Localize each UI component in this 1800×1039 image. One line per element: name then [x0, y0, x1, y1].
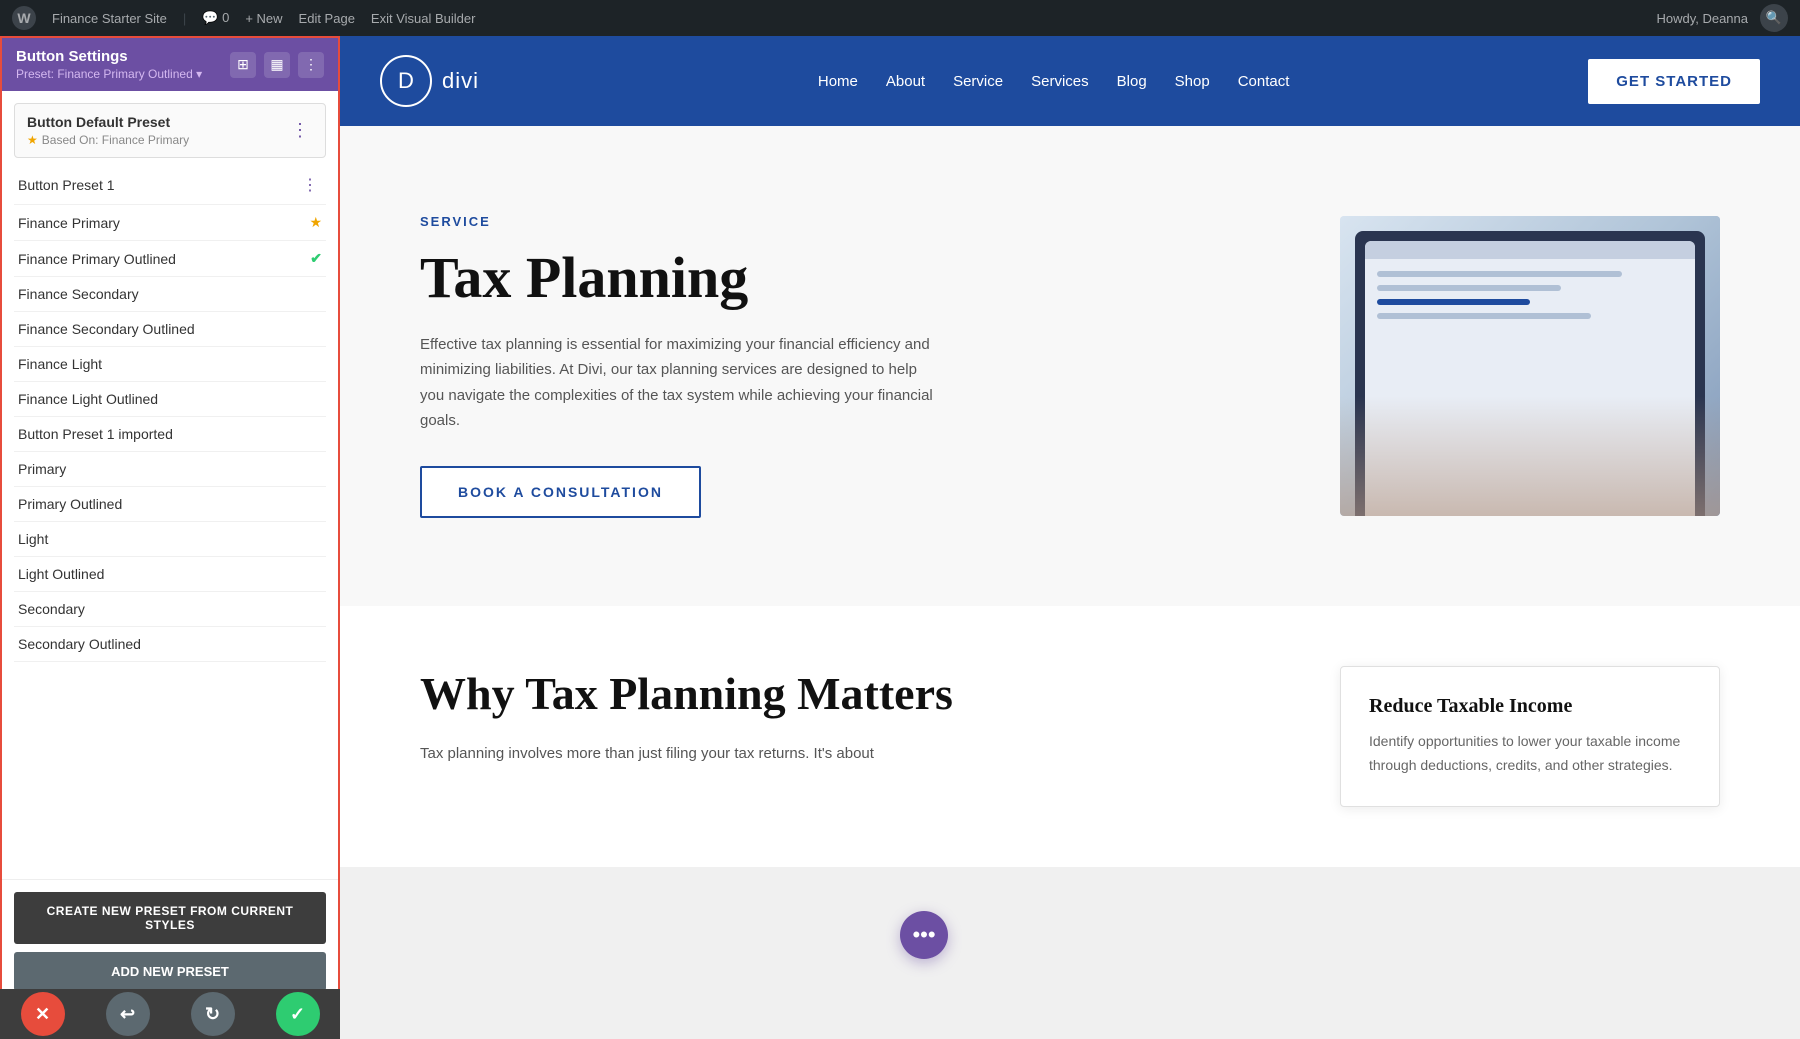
- logo-letter: D: [398, 68, 414, 94]
- reduce-card: Reduce Taxable Income Identify opportuni…: [1340, 666, 1720, 807]
- service-image: [1340, 216, 1720, 516]
- admin-new[interactable]: + New: [245, 11, 282, 26]
- preset-dots-icon[interactable]: ⋮: [298, 175, 322, 195]
- list-item[interactable]: Secondary Outlined: [14, 627, 326, 662]
- nav-link-home[interactable]: Home: [818, 73, 858, 90]
- list-item[interactable]: Button Preset 1 ⋮: [14, 166, 326, 205]
- wp-logo-icon[interactable]: W: [12, 6, 36, 30]
- list-item[interactable]: Finance Secondary Outlined: [14, 312, 326, 347]
- admin-edit-page[interactable]: Edit Page: [299, 11, 355, 26]
- create-preset-button[interactable]: CREATE NEW PRESET FROM CURRENT STYLES: [14, 892, 326, 944]
- panel-icon-grid[interactable]: ▦: [264, 52, 290, 78]
- admin-site-name[interactable]: Finance Starter Site: [52, 11, 167, 26]
- list-item[interactable]: Light: [14, 522, 326, 557]
- add-preset-button[interactable]: ADD NEW PRESET: [14, 952, 326, 991]
- service-title: Tax Planning: [420, 245, 1280, 312]
- floating-action-button[interactable]: •••: [900, 911, 948, 959]
- logo-circle: D: [380, 55, 432, 107]
- preset-name: Finance Primary Outlined: [18, 251, 310, 267]
- why-content: Why Tax Planning Matters Tax planning in…: [420, 666, 1300, 767]
- fab-dots-icon: •••: [912, 922, 935, 948]
- logo-name: divi: [442, 68, 479, 94]
- reduce-description: Identify opportunities to lower your tax…: [1369, 730, 1691, 778]
- panel-icon-more[interactable]: ⋮: [298, 52, 324, 78]
- panel-preset-selector[interactable]: Preset: Finance Primary Outlined ▾: [16, 67, 202, 81]
- preset-name: Finance Primary: [18, 215, 309, 231]
- list-item[interactable]: Light Outlined: [14, 557, 326, 592]
- site-logo: D divi: [380, 55, 479, 107]
- preset-name: Finance Secondary: [18, 286, 322, 302]
- service-content: SERVICE Tax Planning Effective tax plann…: [420, 214, 1280, 518]
- list-item[interactable]: Finance Light Outlined: [14, 382, 326, 417]
- list-item[interactable]: Finance Light: [14, 347, 326, 382]
- preset-name: Finance Light: [18, 356, 322, 372]
- default-preset-title: Button Default Preset: [27, 114, 189, 130]
- list-item[interactable]: Primary Outlined: [14, 487, 326, 522]
- preset-name: Light: [18, 531, 322, 547]
- redo-button[interactable]: ↻: [191, 992, 235, 1036]
- why-description: Tax planning involves more than just fil…: [420, 741, 1300, 767]
- preset-name: Finance Secondary Outlined: [18, 321, 322, 337]
- reduce-title: Reduce Taxable Income: [1369, 695, 1691, 718]
- preset-name: Light Outlined: [18, 566, 322, 582]
- check-icon: ✔: [310, 250, 322, 267]
- list-item[interactable]: Button Preset 1 imported: [14, 417, 326, 452]
- nav-links: Home About Service Services Blog Shop Co…: [519, 73, 1588, 90]
- left-panel: Button Settings Preset: Finance Primary …: [0, 36, 340, 1039]
- preset-list-container: Button Default Preset ★ Based On: Financ…: [2, 91, 338, 879]
- service-section: SERVICE Tax Planning Effective tax plann…: [340, 126, 1800, 606]
- preset-name: Primary: [18, 461, 322, 477]
- default-preset-dots-menu[interactable]: ⋮: [287, 120, 313, 141]
- preset-name: Button Preset 1: [18, 177, 298, 193]
- admin-search-icon[interactable]: 🔍: [1760, 4, 1788, 32]
- book-consultation-button[interactable]: BOOK A CONSULTATION: [420, 466, 701, 518]
- admin-comments[interactable]: 💬 0: [202, 10, 229, 26]
- main-content: D divi Home About Service Services Blog …: [340, 36, 1800, 1039]
- preset-name: Finance Light Outlined: [18, 391, 322, 407]
- panel-icon-duplicate[interactable]: ⊞: [230, 52, 256, 78]
- close-button[interactable]: ✕: [21, 992, 65, 1036]
- nav-cta-button[interactable]: GET STARTED: [1588, 59, 1760, 104]
- preset-name: Primary Outlined: [18, 496, 322, 512]
- default-preset-box[interactable]: Button Default Preset ★ Based On: Financ…: [14, 103, 326, 158]
- undo-button[interactable]: ↩: [106, 992, 150, 1036]
- list-item[interactable]: Secondary: [14, 592, 326, 627]
- nav-link-service[interactable]: Service: [953, 73, 1003, 90]
- panel-header: Button Settings Preset: Finance Primary …: [2, 38, 338, 91]
- preset-list: Button Preset 1 ⋮ Finance Primary ★ Fina…: [2, 166, 338, 662]
- confirm-button[interactable]: ✓: [276, 992, 320, 1036]
- list-item[interactable]: Finance Secondary: [14, 277, 326, 312]
- bottom-bar: ✕ ↩ ↻ ✓: [0, 989, 340, 1039]
- site-nav: D divi Home About Service Services Blog …: [340, 36, 1800, 126]
- service-description: Effective tax planning is essential for …: [420, 332, 940, 434]
- preset-name: Secondary Outlined: [18, 636, 322, 652]
- nav-link-contact[interactable]: Contact: [1238, 73, 1290, 90]
- nav-link-blog[interactable]: Blog: [1117, 73, 1147, 90]
- list-item[interactable]: Finance Primary Outlined ✔: [14, 241, 326, 277]
- list-item[interactable]: Finance Primary ★: [14, 205, 326, 241]
- admin-exit-builder[interactable]: Exit Visual Builder: [371, 11, 476, 26]
- why-title: Why Tax Planning Matters: [420, 666, 1300, 721]
- star-icon: ★: [27, 133, 38, 147]
- admin-bar: W Finance Starter Site | 💬 0 + New Edit …: [0, 0, 1800, 36]
- why-section: Why Tax Planning Matters Tax planning in…: [340, 606, 1800, 867]
- nav-link-about[interactable]: About: [886, 73, 925, 90]
- panel-header-icons: ⊞ ▦ ⋮: [230, 52, 324, 78]
- list-item[interactable]: Primary: [14, 452, 326, 487]
- nav-link-services[interactable]: Services: [1031, 73, 1089, 90]
- preset-name: Button Preset 1 imported: [18, 426, 322, 442]
- service-label: SERVICE: [420, 214, 1280, 229]
- default-preset-based-on: ★ Based On: Finance Primary: [27, 133, 189, 147]
- admin-howdy: Howdy, Deanna: [1656, 11, 1748, 26]
- preset-name: Secondary: [18, 601, 322, 617]
- panel-title: Button Settings: [16, 48, 202, 65]
- star-icon: ★: [309, 214, 322, 231]
- nav-link-shop[interactable]: Shop: [1175, 73, 1210, 90]
